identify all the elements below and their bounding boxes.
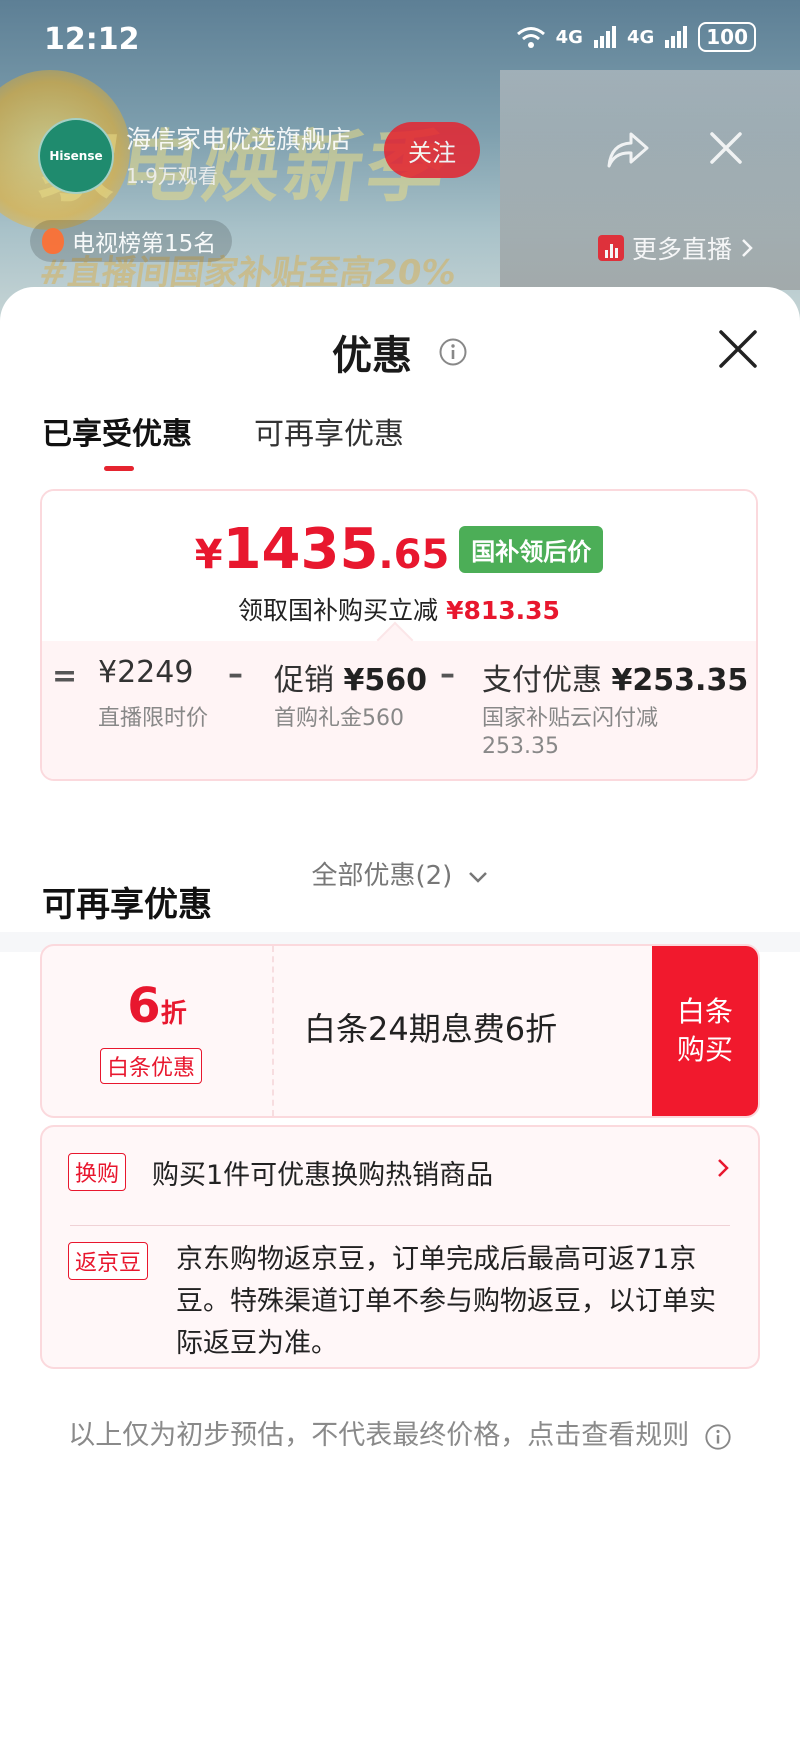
final-price: ¥1435.65 国补领后价 — [42, 517, 756, 582]
status-time: 12:12 — [44, 22, 140, 57]
promotion-amount: 促销 ¥560 — [274, 663, 428, 698]
info-icon[interactable] — [704, 1423, 732, 1451]
close-icon[interactable] — [716, 327, 760, 371]
exchange-text[interactable]: 购买1件可优惠换购热销商品 — [152, 1153, 493, 1192]
subsidy-badge: 国补领后价 — [459, 526, 604, 573]
minus-sign: – — [228, 657, 243, 692]
price-summary-card: ¥1435.65 国补领后价 领取国补购买立减 ¥813.35 = ¥2249 直… — [40, 489, 758, 781]
reduce-value: ¥813.35 — [446, 596, 560, 625]
available-section-title: 可再享优惠 — [42, 885, 212, 925]
viewer-count: 1.9万观看 — [126, 164, 218, 188]
close-icon[interactable] — [706, 128, 746, 168]
wifi-icon — [516, 27, 545, 48]
extra-benefits-card: 换购 购买1件可优惠换购热销商品 返京豆 京东购物返京豆，订单完成后最高可返71… — [40, 1125, 760, 1369]
promotion-label: 首购礼金560 — [274, 706, 404, 731]
share-icon[interactable] — [605, 130, 651, 170]
shop-name: 海信家电优选旗舰店 — [126, 125, 352, 154]
payment-discount: 支付优惠 ¥253.35 — [482, 663, 749, 698]
footer-note-text: 以上仅为初步预估，不代表最终价格，点击查看规则 — [68, 1420, 690, 1451]
sheet-title: 优惠 — [332, 333, 413, 379]
rank-label: 电视榜第15名 — [72, 231, 217, 257]
signal-label-2: 4G — [626, 26, 655, 48]
baitiao-tag: 白条优惠 — [100, 1048, 203, 1084]
shop-logo[interactable]: Hisense — [38, 118, 114, 194]
price-top: ¥1435.65 国补领后价 领取国补购买立减 ¥813.35 — [42, 491, 756, 641]
status-bar: 12:12 4G 4G 100 — [0, 0, 800, 78]
exchange-tag: 换购 — [68, 1153, 127, 1191]
more-live-button[interactable]: 更多直播 — [598, 230, 754, 266]
price-breakdown: = ¥2249 直播限时价 – 促销 ¥560 首购礼金560 – 支付优惠 ¥… — [42, 641, 756, 779]
reduce-line: 领取国补购买立减 ¥813.35 — [42, 591, 756, 627]
more-live-label: 更多直播 — [632, 235, 733, 264]
baitiao-discount: 6折 — [127, 978, 187, 1034]
shop-info[interactable]: Hisense 海信家电优选旗舰店 1.9万观看 — [30, 118, 410, 198]
chevron-right-icon[interactable] — [716, 1157, 730, 1179]
chevron-down-icon — [468, 871, 487, 883]
signal-label-1: 4G — [555, 26, 583, 48]
signal-icon — [593, 26, 616, 48]
jingdou-text: 京东购物返京豆，订单完成后最高可返71京豆。特殊渠道订单不参与购物返豆，以订单实… — [176, 1244, 716, 1359]
minus-sign: – — [440, 657, 455, 692]
discount-sheet: 优惠 已享受优惠 可再享优惠 ¥1435.65 国补领后价 领取国补购买立减 ¥8… — [0, 287, 800, 1764]
chevron-right-icon — [742, 239, 753, 257]
jingdou-tag: 返京豆 — [68, 1242, 149, 1280]
tab-enjoyed[interactable]: 已享受优惠 — [42, 409, 192, 471]
baitiao-discount-box: 6折 白条优惠 — [42, 946, 274, 1116]
tab-available[interactable]: 可再享优惠 — [254, 409, 404, 471]
equals-sign: = — [52, 659, 78, 694]
flame-icon — [42, 228, 64, 254]
rank-badge[interactable]: 电视榜第15名 — [30, 220, 233, 262]
final-price-amount: ¥1435.65 — [194, 517, 450, 582]
signal-icon — [665, 26, 688, 48]
status-icons: 4G 4G 100 — [516, 22, 756, 52]
live-bars-icon — [598, 235, 624, 261]
baitiao-buy-button[interactable]: 白条 购买 — [652, 946, 758, 1116]
divider — [70, 1225, 730, 1226]
footer-note[interactable]: 以上仅为初步预估，不代表最终价格，点击查看规则 — [60, 1417, 740, 1455]
info-icon[interactable] — [438, 337, 468, 367]
follow-button[interactable]: 关注 — [384, 122, 480, 178]
payment-discount-label: 国家补贴云闪付减253.35 — [482, 706, 659, 759]
original-price-label: 直播限时价 — [98, 706, 209, 731]
sheet-header: 优惠 — [0, 323, 800, 381]
discount-tabs: 已享受优惠 可再享优惠 — [42, 409, 404, 471]
baitiao-description: 白条24期息费6折 — [304, 1010, 558, 1048]
reduce-label: 领取国补购买立减 — [238, 596, 439, 625]
all-discounts-label: 全部优惠(2) — [311, 861, 453, 891]
battery-icon: 100 — [698, 22, 756, 52]
baitiao-offer-card: 6折 白条优惠 白条24期息费6折 白条 购买 — [40, 944, 760, 1118]
original-price: ¥2249 — [98, 655, 194, 690]
